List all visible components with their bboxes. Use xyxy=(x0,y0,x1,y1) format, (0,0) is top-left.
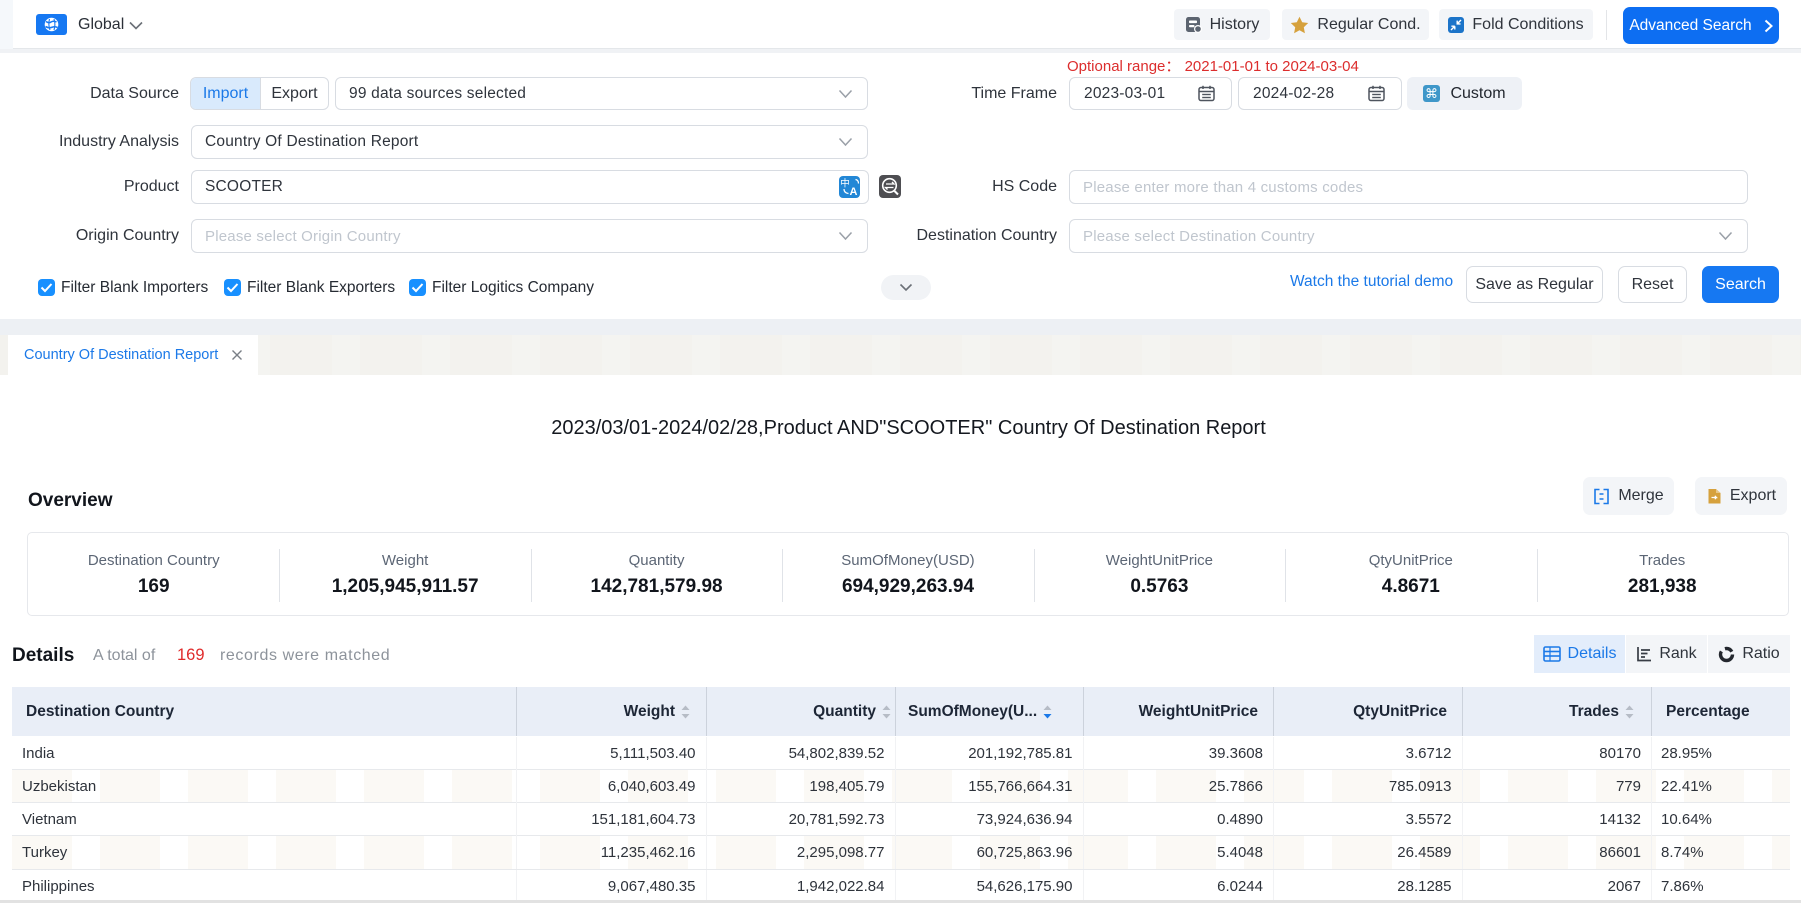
svg-text:中: 中 xyxy=(840,178,850,190)
svg-text:⌘: ⌘ xyxy=(1425,86,1438,101)
svg-text:A: A xyxy=(850,186,858,198)
